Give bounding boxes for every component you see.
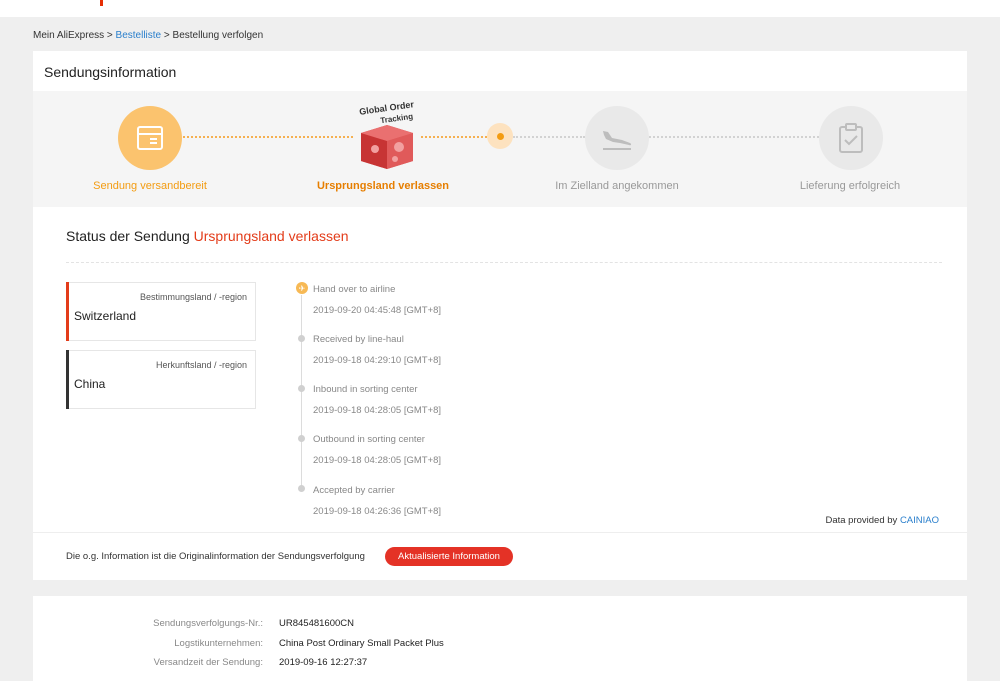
timeline-line bbox=[301, 295, 302, 491]
event-date: 2019-09-18 04:29:10 [GMT+8] bbox=[313, 355, 442, 366]
event-date: 2019-09-18 04:28:05 [GMT+8] bbox=[313, 405, 442, 416]
breadcrumb: Mein AliExpress > Bestelliste > Bestellu… bbox=[33, 30, 263, 41]
package-icon bbox=[137, 126, 163, 150]
original-info-note: Die o.g. Information ist die Originalinf… bbox=[66, 551, 365, 562]
global-order-tracking-box: Global Order Tracking bbox=[359, 99, 415, 169]
breadcrumb-separator: > bbox=[163, 30, 170, 41]
step-label-arrived: Im Zielland angekommen bbox=[555, 180, 679, 192]
timeline-dot bbox=[298, 335, 305, 342]
tracking-number-label: Sendungsverfolgungs-Nr.: bbox=[153, 618, 263, 629]
badge-line2: Tracking bbox=[380, 112, 414, 126]
event-text: Received by line-haul bbox=[313, 334, 404, 345]
destination-value: Switzerland bbox=[74, 309, 137, 323]
event-date: 2019-09-20 04:45:48 [GMT+8] bbox=[313, 305, 442, 316]
tracking-number-value: UR845481600CN bbox=[279, 618, 354, 629]
top-bar bbox=[0, 0, 1000, 17]
tracking-event: Hand over to airline 2019-09-20 04:45:48… bbox=[313, 284, 441, 316]
event-text: Outbound in sorting center bbox=[313, 434, 425, 445]
progress-line-todo bbox=[513, 136, 585, 138]
step-label-ready: Sendung versandbereit bbox=[93, 180, 207, 192]
breadcrumb-order-list-link[interactable]: Bestelliste bbox=[116, 30, 162, 41]
tracking-event: Inbound in sorting center 2019-09-18 04:… bbox=[313, 384, 441, 416]
cainiao-link[interactable]: CAINIAO bbox=[900, 515, 939, 526]
timeline-dot bbox=[298, 435, 305, 442]
step-label-left-origin: Ursprungsland verlassen bbox=[316, 180, 450, 192]
progress-line-todo bbox=[649, 136, 819, 138]
aliexpress-logo-fragment[interactable] bbox=[100, 0, 103, 6]
status-value: Ursprungsland verlassen bbox=[193, 228, 349, 244]
ship-date-label: Versandzeit der Sendung: bbox=[153, 657, 263, 668]
status-prefix: Status der Sendung bbox=[66, 228, 190, 244]
tracking-event: Accepted by carrier 2019-09-18 04:26:36 … bbox=[313, 485, 441, 517]
breadcrumb-current: Bestellung verfolgen bbox=[172, 30, 264, 41]
event-text: Inbound in sorting center bbox=[313, 384, 418, 395]
timeline-dot bbox=[298, 385, 305, 392]
event-text: Hand over to airline bbox=[313, 284, 396, 295]
origin-value: China bbox=[74, 377, 106, 391]
tracking-event: Received by line-haul 2019-09-18 04:29:1… bbox=[313, 334, 441, 366]
carrier-label: Logstikunternehmen: bbox=[174, 638, 263, 649]
origin-label: Herkunftsland / -region bbox=[155, 360, 247, 370]
ship-date-value: 2019-09-16 12:27:37 bbox=[279, 657, 368, 668]
current-position-marker bbox=[487, 123, 513, 149]
step-ready-icon bbox=[118, 106, 182, 170]
event-date: 2019-09-18 04:26:36 [GMT+8] bbox=[313, 506, 442, 517]
step-label-delivered: Lieferung erfolgreich bbox=[799, 180, 901, 192]
timeline-dot bbox=[298, 485, 305, 492]
section-divider bbox=[66, 262, 942, 263]
breadcrumb-separator: > bbox=[106, 30, 113, 41]
progress-line-done bbox=[183, 136, 353, 138]
origin-region-box: Herkunftsland / -region China bbox=[66, 350, 256, 409]
destination-label: Bestimmungsland / -region bbox=[139, 292, 247, 302]
updated-information-button[interactable]: Aktualisierte Information bbox=[385, 547, 513, 566]
airline-event-icon: ✈ bbox=[296, 282, 308, 294]
airplane-landing-icon bbox=[603, 131, 632, 150]
footer-divider bbox=[33, 532, 967, 533]
shipment-status-heading: Status der Sendung Ursprungsland verlass… bbox=[66, 228, 349, 244]
provider-prefix: Data provided by bbox=[825, 515, 898, 526]
step-delivered-icon bbox=[819, 106, 883, 170]
tracking-event: Outbound in sorting center 2019-09-18 04… bbox=[313, 434, 441, 466]
destination-region-box: Bestimmungsland / -region Switzerland bbox=[66, 282, 256, 341]
shipment-details-card: Sendungsverfolgungs-Nr.: UR845481600CN L… bbox=[33, 596, 967, 681]
event-text: Accepted by carrier bbox=[313, 485, 395, 496]
step-arrived-icon bbox=[585, 106, 649, 170]
tracking-progress: Global Order Tracking Sendung versandber… bbox=[33, 91, 967, 207]
event-date: 2019-09-18 04:28:05 [GMT+8] bbox=[313, 455, 442, 466]
data-provider-note: Data provided by CAINIAO bbox=[825, 515, 939, 526]
clipboard-check-icon bbox=[839, 123, 863, 153]
carrier-value: China Post Ordinary Small Packet Plus bbox=[279, 638, 444, 649]
card-title: Sendungsinformation bbox=[44, 64, 177, 80]
breadcrumb-home[interactable]: Mein AliExpress bbox=[33, 30, 104, 41]
shipment-info-card: Sendungsinformation Global Order Trackin… bbox=[33, 51, 967, 580]
progress-line-done bbox=[421, 136, 487, 138]
